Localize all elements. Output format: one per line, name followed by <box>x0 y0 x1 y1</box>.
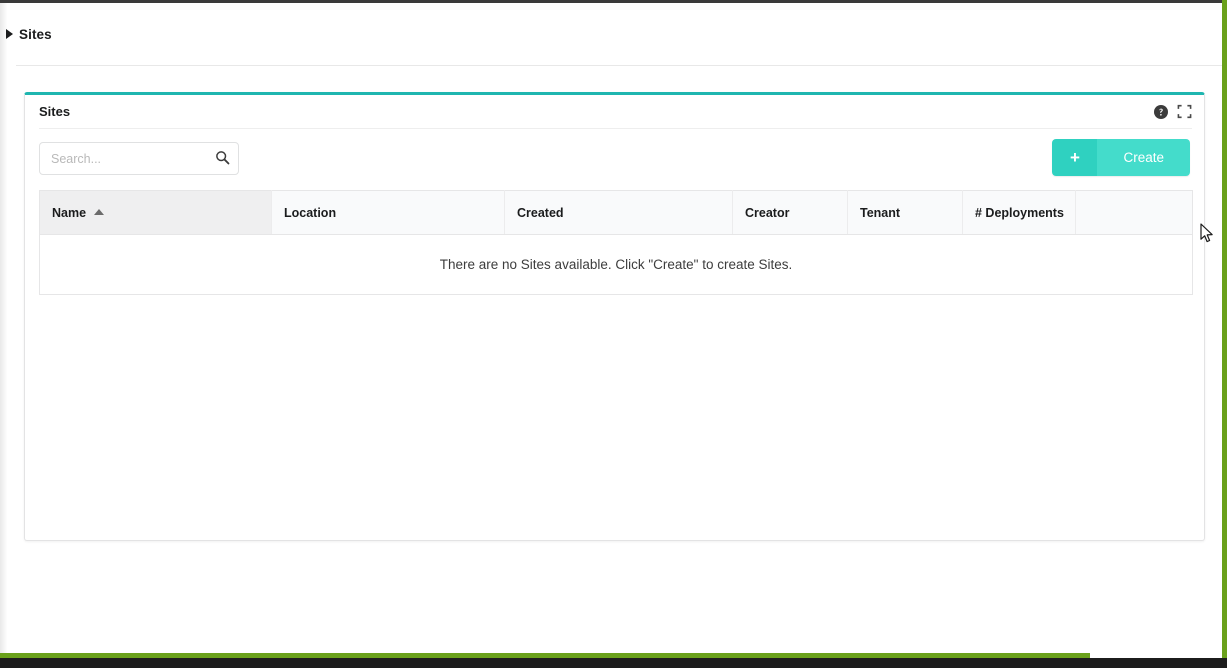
panel-header-actions <box>1154 104 1192 119</box>
column-header-creator[interactable]: Creator <box>732 190 848 235</box>
column-header-label: Created <box>517 205 564 220</box>
breadcrumb-divider <box>16 65 1222 66</box>
column-header-name[interactable]: Name <box>39 190 272 235</box>
bottom-chrome-strip <box>0 658 1227 668</box>
panel-title: Sites <box>39 104 71 119</box>
sites-table: Name Location Created Creator Tenant # D… <box>39 190 1193 295</box>
column-header-actions <box>1075 190 1193 235</box>
panel-body: + Create <box>25 128 1204 295</box>
column-header-label: Creator <box>745 205 790 220</box>
column-header-label: Name <box>52 205 87 220</box>
sites-widget-panel: Sites Search... + Create Name Location C… <box>24 92 1205 541</box>
help-circle-icon[interactable] <box>1154 104 1168 119</box>
search-field <box>39 142 239 175</box>
create-button[interactable]: + Create <box>1052 139 1190 176</box>
left-edge-shade <box>0 3 7 653</box>
table-header-row: Name Location Created Creator Tenant # D… <box>39 190 1193 235</box>
expand-fullscreen-icon[interactable] <box>1177 104 1192 119</box>
caret-right-icon[interactable] <box>6 29 13 39</box>
column-header-label: # Deployments <box>975 205 1064 220</box>
breadcrumb-item-sites[interactable]: Sites <box>19 27 52 42</box>
app-frame: Sites Sites Search... + Create Name Loca… <box>0 0 1227 668</box>
breadcrumb-bar: Sites <box>6 3 1222 66</box>
table-empty-message: There are no Sites available. Click "Cre… <box>39 234 1193 295</box>
panel-header: Sites <box>25 95 1204 129</box>
search-icon[interactable] <box>215 150 230 165</box>
search-input[interactable] <box>39 142 239 175</box>
column-header-created[interactable]: Created <box>504 190 733 235</box>
breadcrumb[interactable]: Sites <box>6 27 52 42</box>
table-empty-row: There are no Sites available. Click "Cre… <box>39 234 1193 295</box>
sort-ascending-icon[interactable] <box>94 209 105 216</box>
page-body: Sites Sites Search... + Create Name Loca… <box>6 3 1222 653</box>
right-accent-border <box>1222 0 1227 660</box>
column-header-label: Tenant <box>860 205 901 220</box>
table-toolbar: + Create <box>39 128 1190 190</box>
plus-icon: + <box>1052 139 1098 176</box>
column-header-deployments[interactable]: # Deployments <box>962 190 1076 235</box>
column-header-label: Location <box>284 205 337 220</box>
column-header-tenant[interactable]: Tenant <box>847 190 963 235</box>
create-button-label: Create <box>1097 139 1190 176</box>
column-header-location[interactable]: Location <box>271 190 505 235</box>
